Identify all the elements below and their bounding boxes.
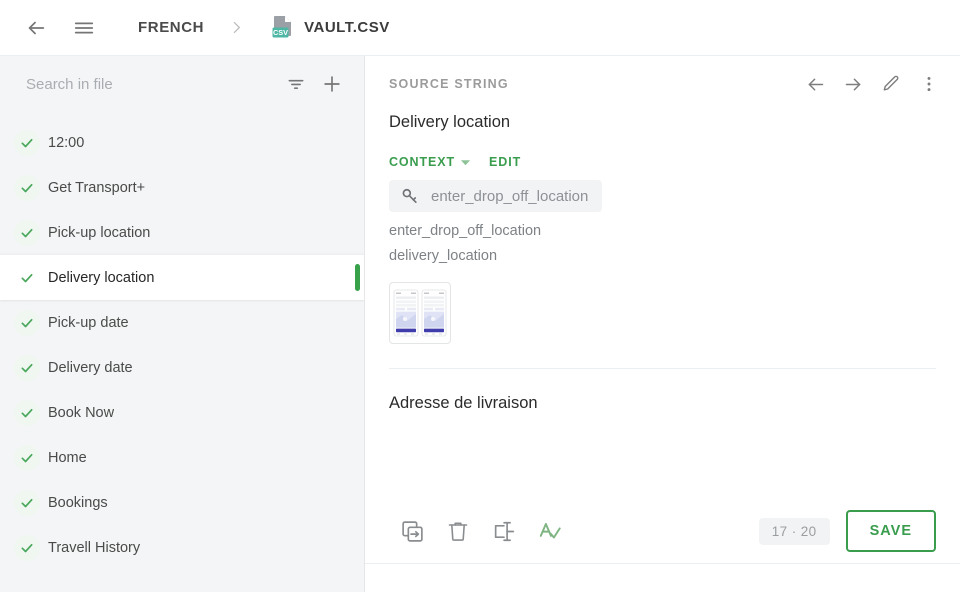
spellcheck-icon xyxy=(537,518,563,544)
string-list-item[interactable]: Delivery date xyxy=(0,345,364,390)
string-list-item[interactable]: Bookings xyxy=(0,480,364,525)
translated-check-icon xyxy=(14,174,40,201)
string-list-item[interactable]: Get Transport+ xyxy=(0,165,364,210)
pencil-icon xyxy=(881,74,901,94)
breadcrumb-file[interactable]: CSV VAULT.CSV xyxy=(265,15,396,41)
translated-check-icon xyxy=(14,534,40,561)
more-vertical-icon xyxy=(919,74,939,94)
search-input[interactable] xyxy=(26,75,278,93)
more-options-button[interactable] xyxy=(910,65,948,103)
translation-area: Adresse de livraison 17 · 20 SAVE xyxy=(365,369,960,592)
translated-check-icon xyxy=(14,264,40,291)
source-panel-title: SOURCE STRING xyxy=(389,77,509,91)
context-line-2: delivery_location xyxy=(389,247,498,264)
breadcrumb-language[interactable]: FRENCH xyxy=(132,19,210,36)
copy-source-button[interactable] xyxy=(389,508,435,554)
string-list-item-label: Home xyxy=(48,449,87,466)
string-list-item[interactable]: Delivery location xyxy=(0,255,364,300)
trash-icon xyxy=(446,519,470,543)
svg-text:CSV: CSV xyxy=(273,28,288,37)
string-list-item[interactable]: Travell History xyxy=(0,525,364,570)
save-button[interactable]: SAVE xyxy=(845,510,936,552)
translation-toolbar: 17 · 20 SAVE xyxy=(365,499,960,563)
bottom-strip xyxy=(365,564,960,592)
spellcheck-button[interactable] xyxy=(527,508,573,554)
add-string-button[interactable] xyxy=(314,66,350,102)
search-row xyxy=(0,56,364,112)
body-container: 12:00 Get Transport+ Pick-up location Deliv… xyxy=(0,56,960,592)
translated-check-icon xyxy=(14,219,40,246)
insert-placeholder-icon xyxy=(492,519,517,544)
string-list-item[interactable]: 12:00 xyxy=(0,120,364,165)
chevron-right-icon xyxy=(228,19,245,36)
translated-check-icon xyxy=(14,354,40,381)
character-counter: 17 · 20 xyxy=(758,517,830,545)
breadcrumb-separator xyxy=(224,19,249,36)
hamburger-menu-icon xyxy=(73,17,95,39)
string-list-item-label: Get Transport+ xyxy=(48,179,146,196)
copy-source-icon xyxy=(400,519,425,544)
context-toggle-button[interactable]: CONTEXT xyxy=(389,155,471,169)
string-list-item-label: Bookings xyxy=(48,494,108,511)
context-line-1: enter_drop_off_location xyxy=(389,223,542,240)
menu-button[interactable] xyxy=(64,8,104,48)
string-list-item-label: Travell History xyxy=(48,539,141,556)
sidebar: 12:00 Get Transport+ Pick-up location Deliv… xyxy=(0,56,365,592)
insert-placeholder-button[interactable] xyxy=(481,508,527,554)
string-list-item[interactable]: Home xyxy=(0,435,364,480)
string-list-item-label: Delivery location xyxy=(48,269,155,286)
arrow-right-icon xyxy=(843,74,864,95)
delete-translation-button[interactable] xyxy=(435,508,481,554)
next-string-button[interactable] xyxy=(834,65,872,103)
top-bar: FRENCH CSV VAULT.CSV xyxy=(0,0,960,56)
string-list-item[interactable]: Book Now xyxy=(0,390,364,435)
filter-icon xyxy=(286,74,306,94)
arrow-left-icon xyxy=(25,17,47,39)
context-label: CONTEXT xyxy=(389,155,456,170)
translated-check-icon xyxy=(14,399,40,426)
string-list-item-label: Book Now xyxy=(48,404,115,421)
string-key-chip[interactable]: enter_drop_off_location xyxy=(389,180,603,213)
context-row: CONTEXT EDIT xyxy=(389,155,936,180)
string-list-item[interactable]: Pick-up location xyxy=(0,210,364,255)
key-icon xyxy=(400,186,420,206)
translated-check-icon xyxy=(14,309,40,336)
edit-source-button[interactable] xyxy=(872,65,910,103)
source-string-text: Delivery location xyxy=(389,113,511,131)
translated-check-icon xyxy=(14,129,40,156)
string-list-item[interactable]: Pick-up date xyxy=(0,300,364,345)
string-list-item-label: Delivery date xyxy=(48,359,133,376)
back-button[interactable] xyxy=(16,8,56,48)
string-list: 12:00 Get Transport+ Pick-up location Deliv… xyxy=(0,112,364,592)
translated-check-icon xyxy=(14,489,40,516)
source-body: Delivery location CONTEXT EDIT enter_dro… xyxy=(365,112,960,369)
filter-button[interactable] xyxy=(278,66,314,102)
source-header: SOURCE STRING xyxy=(365,56,960,112)
translated-check-icon xyxy=(14,444,40,471)
string-list-item-label: Pick-up date xyxy=(48,314,129,331)
translation-input[interactable]: Adresse de livraison xyxy=(365,369,960,499)
caret-down-icon xyxy=(460,157,471,168)
breadcrumb-filename: VAULT.CSV xyxy=(304,19,390,36)
context-edit-button[interactable]: EDIT xyxy=(489,155,521,169)
previous-string-button[interactable] xyxy=(796,65,834,103)
string-list-item-label: Pick-up location xyxy=(48,224,151,241)
plus-icon xyxy=(321,73,343,95)
string-list-item-label: 12:00 xyxy=(48,134,85,151)
csv-file-icon: CSV xyxy=(271,15,295,41)
app-root: FRENCH CSV VAULT.CSV Search in file 12:0… xyxy=(0,0,960,592)
arrow-left-icon xyxy=(805,74,826,95)
string-key-text: enter_drop_off_location xyxy=(431,187,589,205)
main-panel: SOURCE STRING Delivery location CONTEXT … xyxy=(365,56,960,592)
screenshot-thumbnail[interactable] xyxy=(389,281,451,344)
selected-indicator-bar xyxy=(355,264,360,291)
